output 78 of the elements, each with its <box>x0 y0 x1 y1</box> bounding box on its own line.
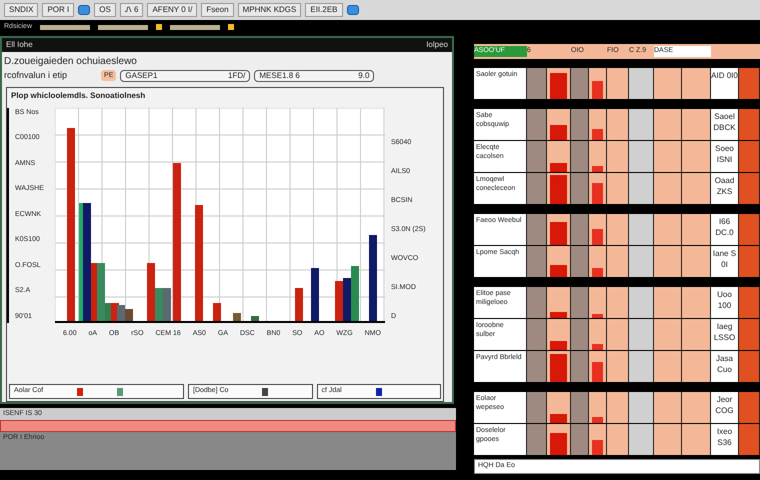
toolbar-button[interactable]: POR I <box>42 3 74 17</box>
table-cell <box>629 173 654 204</box>
chart-bar <box>295 288 303 322</box>
table-cell <box>739 214 760 245</box>
chart-bar <box>233 312 241 322</box>
table-cell: Iaeg LSSO <box>711 319 739 350</box>
table-cell: AID 0I0 <box>711 68 739 99</box>
window-icon[interactable] <box>78 5 90 15</box>
table-cell <box>654 287 682 318</box>
toolbar-button[interactable]: EII.2EB <box>305 3 342 17</box>
table-cell <box>654 214 682 245</box>
status-light-icon <box>228 24 234 30</box>
table-cell <box>629 392 654 423</box>
input-field[interactable]: MESE1.8 6 9.0 <box>254 70 374 82</box>
table-cell <box>654 392 682 423</box>
field-label: rcofnvalun i etip <box>4 69 68 82</box>
table-cell <box>682 68 711 99</box>
table-cell <box>739 319 760 350</box>
table-cell <box>629 319 654 350</box>
table-cell <box>629 424 654 455</box>
table-cell <box>629 141 654 172</box>
table-cell <box>682 173 711 204</box>
table-cell <box>682 319 711 350</box>
table-cell <box>739 173 760 204</box>
table-cell: Soeo ISNI <box>711 141 739 172</box>
input-field[interactable]: GASEP1 1FD/ <box>120 70 250 82</box>
table-cell <box>629 68 654 99</box>
table-cell <box>739 351 760 382</box>
table-cell <box>682 109 711 140</box>
toolbar-button[interactable]: SNDIX <box>4 3 38 17</box>
table-cell <box>654 173 682 204</box>
toolbar-button[interactable]: OS <box>94 3 116 17</box>
table-cell <box>682 392 711 423</box>
table-cell <box>682 246 711 277</box>
table-cell <box>654 109 682 140</box>
table-cell <box>654 424 682 455</box>
table-cell <box>682 351 711 382</box>
table-cell <box>629 214 654 245</box>
table-cell <box>629 287 654 318</box>
heading: D.zoueigaieden ochuiaeslewo <box>4 55 138 69</box>
window-corner-label: Iolpeo <box>426 39 448 51</box>
table-cell <box>654 68 682 99</box>
toolbar-button[interactable]: MPHNK KDGS <box>238 3 302 17</box>
table-cell <box>739 424 760 455</box>
chart-bar <box>213 302 221 322</box>
chart-bar <box>311 268 319 322</box>
status-light-icon <box>156 24 162 30</box>
table-cell <box>629 351 654 382</box>
table-cell: Iane S 0I <box>711 246 739 277</box>
table-cell <box>682 214 711 245</box>
table-cell <box>629 109 654 140</box>
table-cell <box>654 141 682 172</box>
table-cell <box>654 246 682 277</box>
table-cell: Uoo 100 <box>711 287 739 318</box>
table-cell <box>739 141 760 172</box>
toolbar-button[interactable]: Fseon <box>201 3 234 17</box>
table-cell: Jasa Cuo <box>711 351 739 382</box>
table-cell <box>739 246 760 277</box>
table-cell: Ixeo S36 <box>711 424 739 455</box>
table-cell <box>739 68 760 99</box>
table-cell <box>739 392 760 423</box>
table-cell <box>682 287 711 318</box>
table-cell <box>682 141 711 172</box>
window-icon[interactable] <box>346 5 358 15</box>
table-cell: Jeor COG <box>711 392 739 423</box>
toolbar-button[interactable]: Ꮑ 6 <box>120 3 144 17</box>
chart-title: Plop whicloolemdls. Sonoatiolnesh <box>10 90 146 102</box>
table-cell <box>629 246 654 277</box>
table-cell <box>739 287 760 318</box>
toolbar-button[interactable]: AFENY 0 I/ <box>147 3 198 17</box>
table-cell <box>739 109 760 140</box>
table-cell: I66 DC.0 <box>711 214 739 245</box>
table-cell <box>654 319 682 350</box>
table-cell <box>654 351 682 382</box>
table-cell: Saoel DBCK <box>711 109 739 140</box>
table-cell: Oaad ZKS <box>711 173 739 204</box>
window-title: Ell Iohe <box>6 39 33 51</box>
table-cell <box>682 424 711 455</box>
